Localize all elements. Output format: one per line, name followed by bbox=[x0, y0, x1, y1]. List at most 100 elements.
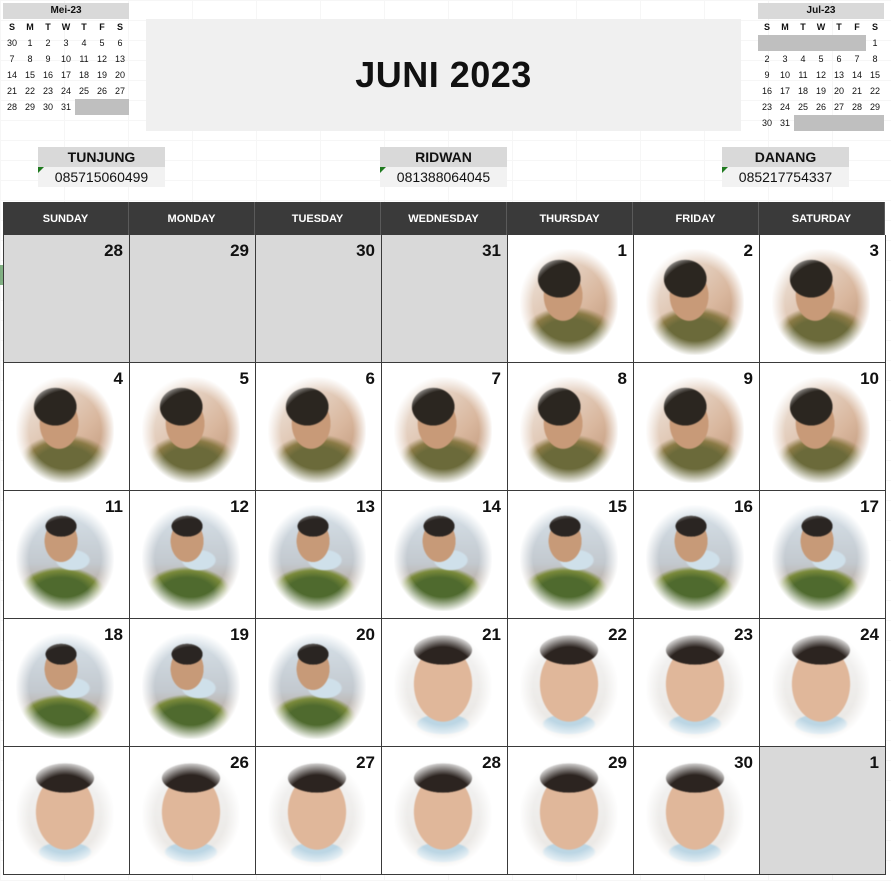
day-cell[interactable] bbox=[4, 747, 130, 875]
mini-day: 28 bbox=[851, 102, 862, 112]
day-number: 3 bbox=[869, 241, 879, 260]
day-cell-other-month[interactable]: 31 bbox=[382, 235, 508, 363]
day-cell[interactable]: 1 bbox=[508, 235, 634, 363]
mini-weekday-label: T bbox=[836, 22, 842, 32]
mini-day: 11 bbox=[79, 54, 89, 64]
day-cell[interactable]: 5 bbox=[130, 363, 256, 491]
person-photo-ridwan bbox=[520, 505, 618, 611]
day-cell[interactable]: 6 bbox=[256, 363, 382, 491]
contact-phone: 085715060499 bbox=[38, 167, 165, 187]
day-cell[interactable]: 24 bbox=[760, 619, 886, 747]
day-cell-other-month[interactable]: 28 bbox=[4, 235, 130, 363]
day-number: 16 bbox=[734, 497, 753, 516]
mini-weekday-label: S bbox=[8, 22, 15, 32]
day-cell[interactable]: 26 bbox=[130, 747, 256, 875]
person-photo-ridwan bbox=[646, 505, 744, 611]
day-number: 1 bbox=[617, 241, 627, 260]
mini-day: 13 bbox=[833, 70, 844, 80]
day-cell[interactable]: 23 bbox=[634, 619, 760, 747]
contact-name: DANANG bbox=[722, 147, 849, 167]
day-cell-other-month[interactable]: 1 bbox=[760, 747, 886, 875]
contact-phone: 085217754337 bbox=[722, 167, 849, 187]
mini-day: 9 bbox=[764, 70, 770, 80]
mini-day: 16 bbox=[761, 86, 772, 96]
person-photo-danang bbox=[16, 761, 114, 867]
mini-day: 5 bbox=[99, 38, 105, 48]
day-number: 4 bbox=[113, 369, 123, 388]
day-cell[interactable]: 18 bbox=[4, 619, 130, 747]
mini-day: 16 bbox=[42, 70, 53, 80]
person-photo-danang bbox=[520, 633, 618, 739]
day-cell[interactable]: 15 bbox=[508, 491, 634, 619]
day-cell[interactable]: 16 bbox=[634, 491, 760, 619]
mini-day: 30 bbox=[42, 102, 53, 112]
day-cell[interactable]: 27 bbox=[256, 747, 382, 875]
day-cell[interactable]: 28 bbox=[382, 747, 508, 875]
contact-ridwan[interactable]: RIDWAN 081388064045 bbox=[380, 147, 507, 187]
day-cell[interactable]: 4 bbox=[4, 363, 130, 491]
mini-day: 18 bbox=[797, 86, 808, 96]
day-cell-other-month[interactable]: 30 bbox=[256, 235, 382, 363]
person-photo-danang bbox=[520, 761, 618, 867]
day-number: 19 bbox=[230, 625, 249, 644]
day-number: 10 bbox=[860, 369, 879, 388]
day-cell[interactable]: 12 bbox=[130, 491, 256, 619]
mini-calendar-table: SMTWTFS 1 2 3 4 5 6 7 8 9 10 11 12 13 14 15 16 17 18 19 20 2… bbox=[758, 19, 884, 131]
day-cell[interactable]: 3 bbox=[760, 235, 886, 363]
mini-weekday-label: T bbox=[45, 22, 51, 32]
day-cell[interactable]: 9 bbox=[634, 363, 760, 491]
weekday-wednesday: WEDNESDAY bbox=[381, 202, 507, 235]
person-photo-ridwan bbox=[268, 633, 366, 739]
day-cell[interactable]: 10 bbox=[760, 363, 886, 491]
day-cell-other-month[interactable]: 29 bbox=[130, 235, 256, 363]
day-cell[interactable]: 7 bbox=[382, 363, 508, 491]
mini-day: 18 bbox=[78, 70, 89, 80]
day-cell[interactable]: 11 bbox=[4, 491, 130, 619]
mini-day bbox=[776, 35, 794, 51]
mini-day: 6 bbox=[117, 38, 123, 48]
mini-weekday-label: W bbox=[61, 22, 71, 32]
mini-day: 7 bbox=[854, 54, 860, 64]
day-number: 7 bbox=[491, 369, 501, 388]
day-cell[interactable]: 20 bbox=[256, 619, 382, 747]
day-cell[interactable]: 13 bbox=[256, 491, 382, 619]
mini-day: 1 bbox=[27, 38, 33, 48]
mini-weekday-label: T bbox=[81, 22, 87, 32]
day-cell[interactable]: 2 bbox=[634, 235, 760, 363]
day-cell[interactable]: 30 bbox=[634, 747, 760, 875]
mini-weekday-label: F bbox=[854, 22, 860, 32]
mini-day: 22 bbox=[24, 86, 35, 96]
mini-day: 27 bbox=[114, 86, 125, 96]
contact-danang[interactable]: DANANG 085217754337 bbox=[722, 147, 849, 187]
day-number: 23 bbox=[734, 625, 753, 644]
day-cell[interactable]: 29 bbox=[508, 747, 634, 875]
contact-name: TUNJUNG bbox=[38, 147, 165, 167]
weekday-thursday: THURSDAY bbox=[507, 202, 633, 235]
weekday-sunday: SUNDAY bbox=[3, 202, 129, 235]
mini-calendar-table: SMTWTFS 30 1 2 3 4 5 6 7 8 9 10 11 12 13 14 15 16 17 18 19 2… bbox=[3, 19, 129, 115]
mini-day: 5 bbox=[818, 54, 824, 64]
day-cell[interactable]: 22 bbox=[508, 619, 634, 747]
person-photo-tunjung bbox=[394, 377, 492, 483]
mini-day: 6 bbox=[836, 54, 842, 64]
contact-tunjung[interactable]: TUNJUNG 085715060499 bbox=[38, 147, 165, 187]
day-cell[interactable]: 17 bbox=[760, 491, 886, 619]
mini-day: 14 bbox=[6, 70, 17, 80]
day-number: 22 bbox=[608, 625, 627, 644]
mini-day: 31 bbox=[60, 102, 71, 112]
mini-day: 28 bbox=[6, 102, 17, 112]
month-title-box[interactable]: JUNI 2023 bbox=[146, 19, 741, 131]
day-cell[interactable]: 21 bbox=[382, 619, 508, 747]
day-number: 21 bbox=[482, 625, 501, 644]
person-photo-tunjung bbox=[520, 249, 618, 355]
person-photo-danang bbox=[394, 633, 492, 739]
day-cell[interactable]: 19 bbox=[130, 619, 256, 747]
weekday-monday: MONDAY bbox=[129, 202, 255, 235]
day-cell[interactable]: 8 bbox=[508, 363, 634, 491]
mini-day: 19 bbox=[815, 86, 826, 96]
day-cell[interactable]: 14 bbox=[382, 491, 508, 619]
mini-day bbox=[830, 115, 848, 131]
person-photo-danang bbox=[394, 761, 492, 867]
day-number: 28 bbox=[482, 753, 501, 772]
person-photo-ridwan bbox=[16, 505, 114, 611]
